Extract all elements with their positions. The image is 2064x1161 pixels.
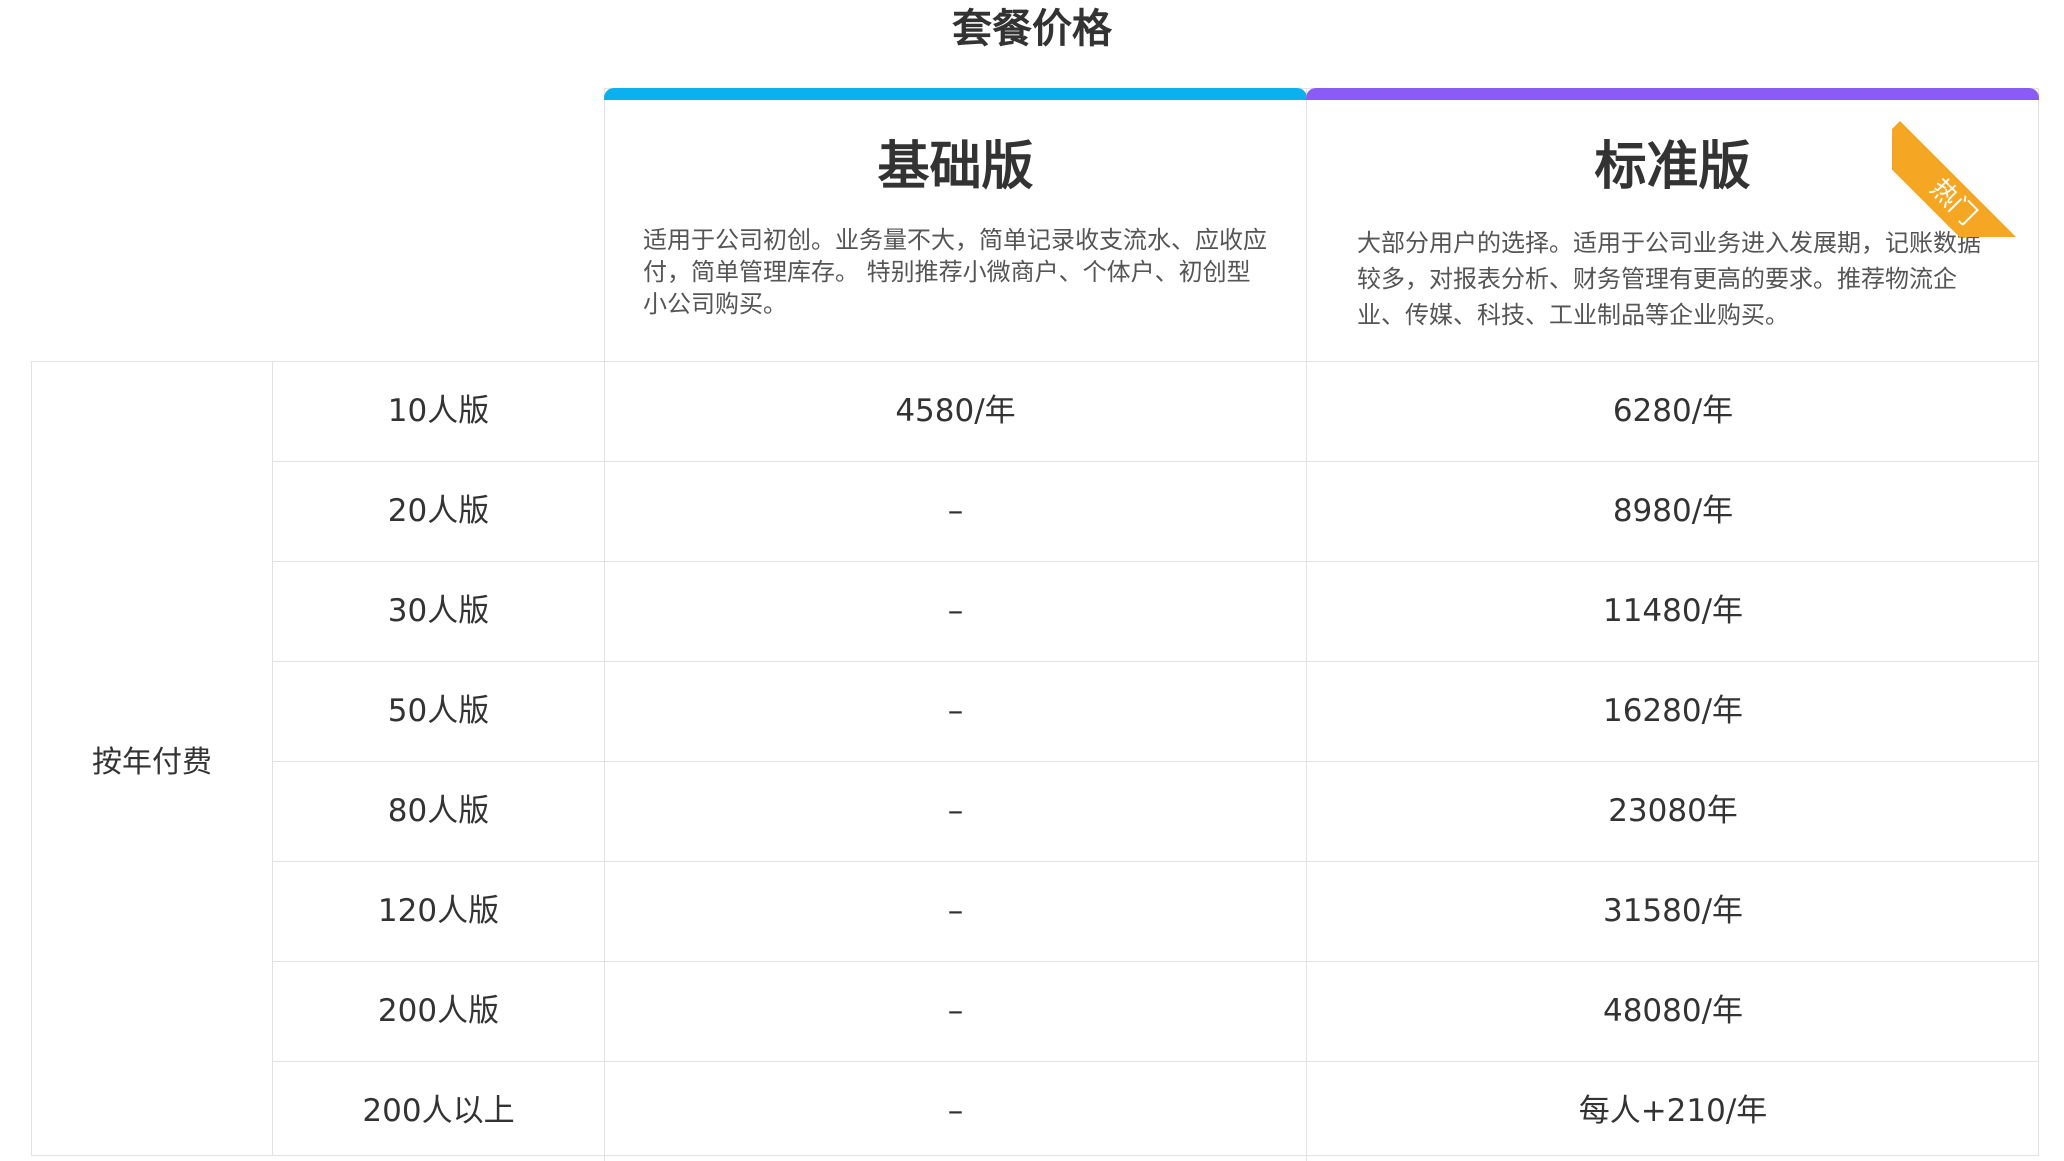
basic-price: 4580/年 xyxy=(605,362,1307,461)
plan-card-standard: 热门 标准版 大部分用户的选择。适用于公司业务进入发展期，记账数据较多，对报表分… xyxy=(1306,88,2052,361)
plan-accent-bar xyxy=(604,88,1307,100)
tier-label: 20人版 xyxy=(273,462,605,561)
table-row: 200人以上 – 每人+210/年 xyxy=(273,1062,2039,1161)
basic-price: – xyxy=(605,462,1307,561)
standard-price: 8980/年 xyxy=(1612,493,1734,529)
standard-price: 11480/年 xyxy=(1602,593,1744,629)
basic-price: – xyxy=(605,562,1307,661)
page-title: 套餐价格 xyxy=(952,6,1112,52)
tier-label: 200人版 xyxy=(273,962,605,1061)
table-row: 80人版 – 23080年 xyxy=(273,762,2039,862)
tier-label: 80人版 xyxy=(273,762,605,861)
standard-price: 23080年 xyxy=(1608,793,1738,829)
basic-price: – xyxy=(605,1062,1307,1161)
table-row: 50人版 – 16280/年 xyxy=(273,662,2039,762)
basic-price: – xyxy=(605,762,1307,861)
billing-group-label: 按年付费 xyxy=(32,362,273,1155)
table-row: 20人版 – 8980/年 xyxy=(273,462,2039,562)
table-row: 200人版 – 48080/年 xyxy=(273,962,2039,1062)
standard-price: 16280/年 xyxy=(1602,693,1744,729)
tier-label: 120人版 xyxy=(273,862,605,961)
basic-price: – xyxy=(605,962,1307,1061)
tier-label: 50人版 xyxy=(273,662,605,761)
plan-name: 基础版 xyxy=(877,137,1034,197)
table-row: 120人版 – 31580/年 xyxy=(273,862,2039,962)
plan-card-basic: 基础版 适用于公司初创。业务量不大，简单记录收支流水、应收应付，简单管理库存。 … xyxy=(604,88,1307,361)
tier-label: 30人版 xyxy=(273,562,605,661)
standard-price: 6280/年 xyxy=(1612,393,1734,429)
plan-description: 大部分用户的选择。适用于公司业务进入发展期，记账数据较多，对报表分析、财务管理有… xyxy=(1357,229,1981,329)
standard-price: 每人+210/年 xyxy=(1578,1093,1768,1129)
standard-price: 48080/年 xyxy=(1602,993,1744,1029)
hot-ribbon: 热门 xyxy=(1892,77,2052,237)
tier-label: 10人版 xyxy=(273,362,605,461)
basic-price: – xyxy=(605,662,1307,761)
tier-label: 200人以上 xyxy=(273,1062,605,1161)
price-table: 按年付费 10人版 4580/年 6280/年 20人版 – 8980/年 30… xyxy=(31,361,2039,1161)
basic-price: – xyxy=(605,862,1307,961)
plan-description: 适用于公司初创。业务量不大，简单记录收支流水、应收应付，简单管理库存。 特别推荐… xyxy=(643,226,1267,318)
table-row: 30人版 – 11480/年 xyxy=(273,562,2039,662)
hot-badge: 热门 xyxy=(1924,173,1983,232)
standard-price: 31580/年 xyxy=(1602,893,1744,929)
table-row: 10人版 4580/年 6280/年 xyxy=(273,362,2039,462)
